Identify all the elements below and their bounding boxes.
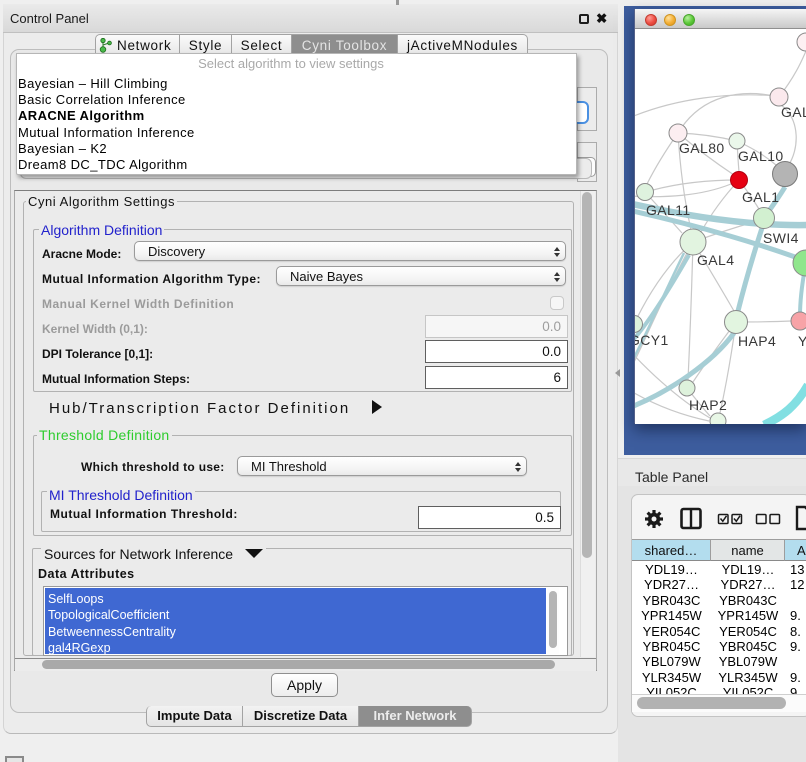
svg-text:GAL1: GAL1 [742, 189, 779, 205]
svg-text:GAL7: GAL7 [781, 104, 806, 120]
svg-text:HAP2: HAP2 [689, 397, 727, 413]
svg-text:GCY1: GCY1 [635, 332, 669, 348]
svg-text:GAL4: GAL4 [697, 252, 734, 268]
svg-text:Y: Y [798, 333, 806, 349]
svg-text:GAL80: GAL80 [679, 140, 725, 156]
svg-text:HAP4: HAP4 [738, 333, 776, 349]
svg-text:SWI4: SWI4 [763, 230, 799, 246]
svg-text:GAL10: GAL10 [738, 148, 784, 164]
svg-text:GAL11: GAL11 [646, 202, 691, 218]
